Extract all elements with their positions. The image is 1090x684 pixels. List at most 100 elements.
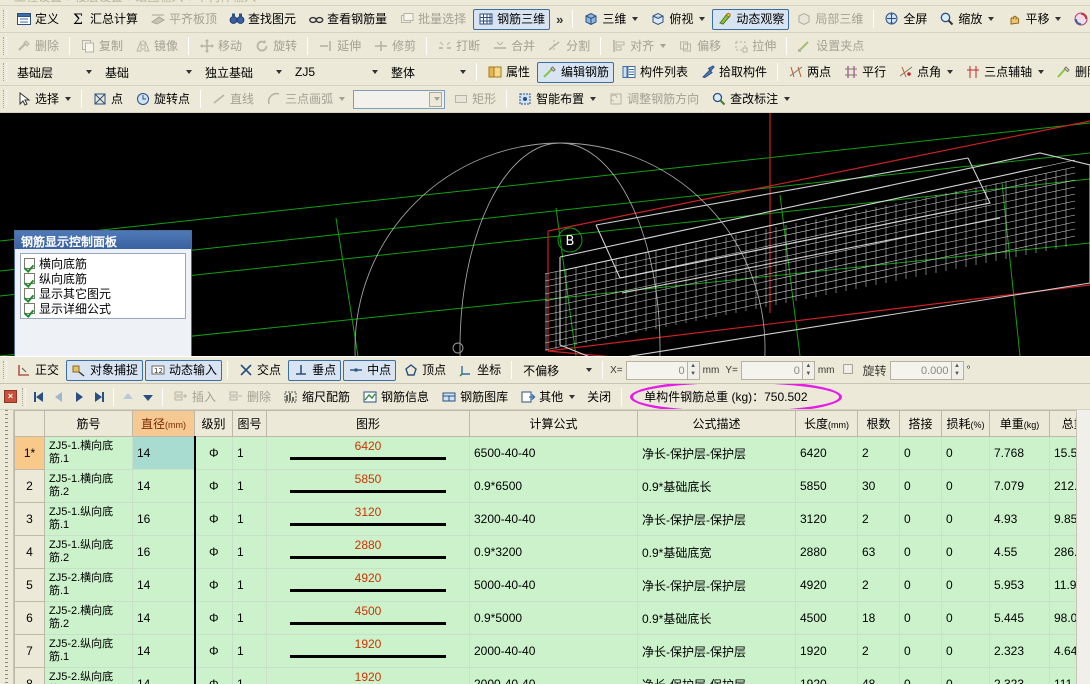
move-down-icon[interactable] — [138, 387, 158, 407]
cell-diameter[interactable]: 16 — [132, 502, 196, 536]
cell-length[interactable]: 1920 — [795, 634, 858, 668]
toolbar-item-move[interactable]: 移动 — [194, 35, 247, 56]
grid-item-insert-row[interactable]: 插入 — [168, 386, 221, 407]
chevron-down-icon[interactable] — [65, 97, 72, 101]
toolbar-grip[interactable] — [22, 387, 26, 406]
status-toggle-ortho[interactable]: 正交 — [11, 360, 64, 381]
cell-shape_value[interactable]: 3120 — [266, 502, 470, 536]
chevron-down-icon[interactable] — [569, 394, 576, 399]
chevron-down-icon[interactable] — [660, 43, 667, 48]
chevron-down-icon[interactable] — [271, 65, 284, 80]
cell-shape_value[interactable]: 4500 — [266, 601, 470, 635]
cell-formula_desc[interactable]: 净长-保护层-保护层 — [637, 436, 796, 470]
cell-diameter[interactable]: 14 — [132, 634, 196, 668]
rotate-input[interactable]: 0.000 — [889, 360, 952, 380]
cell-formula_desc[interactable]: 0.9*基础底长 — [637, 469, 796, 503]
cell-fig_no[interactable]: 1 — [232, 568, 267, 602]
cell-formula_desc[interactable]: 净长-保护层-保护层 — [637, 634, 796, 668]
toolbar-item-delete-axis[interactable]: 删除辅轴 — [1051, 62, 1090, 83]
cell-bar_no[interactable]: ZJ5-2.纵向底筋.1 — [44, 634, 133, 668]
cell-lap[interactable]: 0 — [899, 469, 942, 503]
cell-grade[interactable]: Φ — [194, 469, 233, 503]
cell-count[interactable]: 48 — [857, 667, 900, 684]
toolbar-item-check-edit-dimension[interactable]: 查改标注 — [706, 89, 795, 110]
last-record-icon[interactable] — [89, 387, 109, 407]
toolbar-item-three-point-axis[interactable]: 三点辅轴 — [960, 62, 1049, 83]
toolbar-item-zoom[interactable]: 缩放 — [934, 9, 999, 30]
chevron-down-icon[interactable] — [81, 65, 94, 80]
column-header-shape[interactable]: 图形 — [266, 410, 470, 437]
cell-rownum[interactable]: 8 — [14, 667, 45, 684]
panel-option-longitudinal-bottom-bar[interactable]: 纵向底筋 — [24, 271, 182, 286]
column-header-unit-weight[interactable]: 单重(kg) — [989, 410, 1050, 437]
toolbar-item-select[interactable]: 选择 — [11, 89, 76, 110]
element-selector[interactable]: ZJ5 — [290, 63, 382, 82]
toolbar-grip[interactable] — [3, 10, 7, 28]
cell-grade[interactable]: Φ — [194, 634, 233, 668]
cell-total_weight[interactable]: 98.01 — [1049, 601, 1076, 635]
cell-loss[interactable]: 0 — [941, 535, 990, 569]
panel-option-transverse-bottom-bar[interactable]: 横向底筋 — [24, 256, 182, 271]
cell-shape_value[interactable]: 6420 — [266, 436, 470, 470]
cell-formula[interactable]: 2000-40-40 — [469, 634, 638, 668]
status-snap-perpendicular[interactable]: 垂点 — [288, 359, 342, 381]
grid-item-rebar-library[interactable]: 钢筋图库 — [436, 386, 513, 407]
cell-fig_no[interactable]: 1 — [232, 634, 267, 668]
cell-formula[interactable]: 5000-40-40 — [469, 568, 638, 602]
cell-grade[interactable]: Φ — [194, 535, 233, 569]
y-coordinate-input[interactable]: 0 — [740, 360, 803, 380]
toolbar-item-offset[interactable]: 偏移 — [673, 35, 726, 56]
floor-selector[interactable]: 基础层 — [12, 63, 96, 82]
cell-diameter[interactable]: 14 — [132, 667, 196, 684]
mode-selector[interactable]: 整体 — [386, 63, 470, 82]
cell-diameter[interactable]: 14 — [132, 568, 196, 602]
cell-unit_weight[interactable]: 7.079 — [989, 469, 1050, 503]
table-row[interactable]: 7 ZJ5-2.纵向底筋.1 14 Φ 1 1920 2000-40-40 净长-保护层-保护… — [14, 634, 1076, 668]
cell-formula[interactable]: 0.9*3200 — [469, 535, 638, 569]
cell-formula_desc[interactable]: 净长-保护层-保护层 — [637, 502, 796, 536]
toolbar-item-break[interactable]: 打断 — [432, 35, 485, 56]
toolbar-item-rectangle[interactable]: 矩形 — [448, 89, 501, 110]
toolbar-item-adjust-rebar-direction[interactable]: 调整钢筋方向 — [603, 89, 704, 110]
cell-formula[interactable]: 3200-40-40 — [469, 502, 638, 536]
toolbar-item-copy[interactable]: 复制 — [75, 35, 128, 56]
cell-total_weight[interactable]: 212.355 — [1049, 469, 1076, 503]
column-header-formula[interactable]: 计算公式 — [469, 410, 638, 437]
toolbar-item-find-element[interactable]: 查找图元 — [224, 9, 301, 30]
cell-formula[interactable]: 2000-40-40 — [469, 667, 638, 684]
cell-shape_value[interactable]: 2880 — [266, 535, 470, 569]
chevron-down-icon[interactable] — [367, 65, 380, 80]
toolbar-item-summary-calc[interactable]: Σ 汇总计算 — [66, 9, 143, 30]
grid-item-close[interactable]: 关闭 — [582, 386, 616, 407]
cell-loss[interactable]: 0 — [941, 601, 990, 635]
table-vertical-scrollbar[interactable] — [1076, 410, 1090, 684]
table-row[interactable]: 1* ZJ5-1.横向底筋.1 14 Φ 1 6420 6500-40-40 净长-保护层-保… — [14, 436, 1076, 470]
type-selector[interactable]: 独立基础 — [200, 63, 286, 82]
grid-item-other[interactable]: 其他 — [515, 386, 580, 407]
chevron-down-icon[interactable] — [429, 91, 443, 107]
toolbar-item-delete[interactable]: 删除 — [11, 35, 64, 56]
cell-loss[interactable]: 0 — [941, 502, 990, 536]
cell-loss[interactable]: 0 — [941, 568, 990, 602]
prev-record-icon[interactable] — [49, 387, 69, 407]
toolbar-item-screen-rotate[interactable]: 屏幕旋转 — [1068, 9, 1090, 30]
chevron-down-icon[interactable] — [632, 17, 639, 21]
cell-fig_no[interactable]: 1 — [232, 601, 267, 635]
draw-option-combo[interactable] — [353, 89, 446, 109]
cell-bar_no[interactable]: ZJ5-1.纵向底筋.1 — [44, 502, 133, 536]
cell-loss[interactable]: 0 — [941, 667, 990, 684]
cell-total_weight[interactable]: 9.859 — [1049, 502, 1076, 536]
cell-rownum[interactable]: 4 — [14, 535, 45, 569]
toolbar-item-3d-view[interactable]: 三维 — [578, 9, 643, 30]
cell-length[interactable]: 4500 — [795, 601, 858, 635]
cell-fig_no[interactable]: 1 — [232, 667, 267, 684]
cell-grade[interactable]: Φ — [194, 667, 233, 684]
cell-rownum[interactable]: 2 — [14, 469, 45, 503]
toolbar-item-mirror[interactable]: 镜像 — [130, 35, 183, 56]
rotate-stepper[interactable]: 0.000 ▲ ▼ — [889, 360, 964, 380]
toolbar-item-set-grip[interactable]: 设置夹点 — [792, 35, 869, 56]
column-header-rownum[interactable] — [14, 410, 45, 437]
cell-grade[interactable]: Φ — [194, 502, 233, 536]
cell-lap[interactable]: 0 — [899, 634, 942, 668]
next-record-icon[interactable] — [69, 387, 89, 407]
